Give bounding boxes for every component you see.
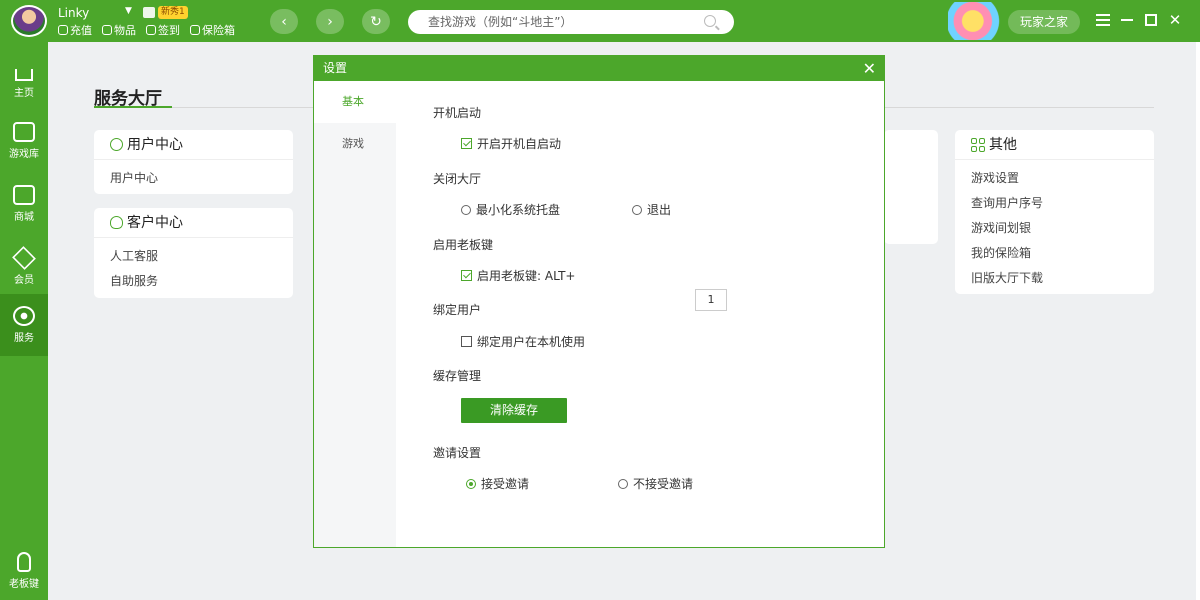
username[interactable]: Linky — [58, 6, 89, 20]
clear-cache-button[interactable]: 清除缓存 — [461, 398, 567, 423]
sidebar-item-member[interactable]: 会员 — [0, 236, 48, 296]
safe-link[interactable]: 保险箱 — [190, 22, 235, 38]
user-center-card: 用户中心 用户中心 — [94, 130, 293, 194]
user-dropdown-icon[interactable]: ▼ — [125, 6, 132, 16]
accept-invite-radio[interactable]: 接受邀请 — [466, 475, 529, 492]
sidebar-item-store[interactable]: 商城 — [0, 173, 48, 233]
tab-game[interactable]: 游戏 — [314, 123, 396, 165]
home-icon — [15, 69, 33, 81]
back-button[interactable]: ‹ — [270, 9, 298, 34]
chevron-right-icon: › — [327, 13, 333, 30]
maximize-icon[interactable] — [1142, 11, 1160, 29]
invite-heading: 邀请设置 — [433, 446, 482, 460]
checkin-icon — [146, 25, 156, 35]
settings-dialog: 设置 ✕ 基本 游戏 开机启动 开启开机自启动 关闭大厅 最小化系统托盘 退出 … — [313, 55, 885, 548]
radio-icon — [461, 204, 471, 215]
recharge-link[interactable]: 充值 — [58, 22, 92, 38]
smile-icon — [110, 138, 123, 151]
scroll-edge — [1196, 42, 1200, 600]
minimize-tray-radio[interactable]: 最小化系统托盘 — [461, 201, 560, 218]
sidebar-item-service[interactable]: 服务 — [0, 294, 48, 356]
user-center-link[interactable]: 用户中心 — [110, 166, 277, 191]
cache-heading: 缓存管理 — [433, 369, 482, 383]
query-user-id-link[interactable]: 查询用户序号 — [971, 191, 1138, 216]
legacy-download-link[interactable]: 旧版大厅下载 — [971, 266, 1138, 291]
sidebar-item-game-library[interactable]: 游戏库 — [0, 110, 48, 170]
bosskey-input[interactable]: 1 — [695, 289, 727, 311]
safe-icon — [190, 25, 200, 35]
avatar[interactable] — [11, 5, 47, 37]
sidebar-item-boss-key[interactable]: 老板键 — [0, 540, 48, 600]
checkbox-checked-icon — [461, 270, 472, 281]
title-bar: Linky ▼ 新秀1 充值 物品 签到 保险箱 ‹ › ↻ 查找游戏（例如“斗… — [0, 0, 1200, 42]
radio-icon — [632, 204, 642, 215]
headset-icon — [110, 216, 123, 229]
refresh-icon: ↻ — [370, 13, 382, 30]
checkbox-checked-icon — [461, 138, 472, 149]
menu-icon[interactable] — [1094, 11, 1112, 29]
startup-heading: 开机启动 — [433, 106, 482, 120]
exit-radio[interactable]: 退出 — [632, 201, 671, 218]
player-home-button[interactable]: 玩家之家 — [1008, 10, 1080, 34]
eye-icon — [13, 306, 35, 326]
grid-icon — [971, 137, 985, 152]
reject-invite-radio[interactable]: 不接受邀请 — [618, 475, 693, 492]
manual-service-link[interactable]: 人工客服 — [110, 244, 277, 269]
forward-button[interactable]: › — [316, 9, 344, 34]
recharge-icon — [58, 25, 68, 35]
bosskey-heading: 启用老板键 — [433, 238, 494, 252]
self-service-link[interactable]: 自助服务 — [110, 269, 277, 294]
search-icon[interactable] — [704, 15, 716, 27]
gift-box-icon[interactable] — [948, 2, 1010, 40]
chevron-left-icon: ‹ — [281, 13, 287, 30]
mail-icon — [13, 185, 35, 205]
user-links: 充值 物品 签到 保险箱 — [58, 22, 235, 38]
checkin-link[interactable]: 签到 — [146, 22, 180, 38]
hidden-card-fragment — [884, 130, 938, 244]
level-badge: 新秀1 — [158, 6, 188, 19]
sidebar-item-home[interactable]: 主页 — [0, 47, 48, 107]
bind-heading: 绑定用户 — [433, 303, 482, 317]
gift-bag-icon[interactable] — [143, 7, 155, 18]
minimize-icon[interactable] — [1118, 11, 1136, 29]
checkbox-icon — [461, 336, 472, 347]
my-safe-link[interactable]: 我的保险箱 — [971, 241, 1138, 266]
card-header: 客户中心 — [94, 208, 293, 238]
radio-icon — [618, 478, 628, 489]
diamond-icon — [12, 246, 36, 270]
dialog-title: 设置 — [323, 61, 348, 75]
close-heading: 关闭大厅 — [433, 172, 482, 186]
other-card: 其他 游戏设置 查询用户序号 游戏间划银 我的保险箱 旧版大厅下载 — [955, 130, 1154, 294]
hand-icon — [17, 552, 31, 572]
gamepad-icon — [13, 122, 35, 142]
bind-checkbox[interactable]: 绑定用户在本机使用 — [461, 333, 585, 350]
items-link[interactable]: 物品 — [102, 22, 136, 38]
close-icon[interactable]: ✕ — [1166, 11, 1184, 29]
bosskey-checkbox[interactable]: 启用老板键: ALT+ — [461, 267, 576, 284]
game-settings-link[interactable]: 游戏设置 — [971, 166, 1138, 191]
sidebar: 主页 游戏库 商城 会员 服务 老板键 — [0, 42, 48, 600]
card-header: 其他 — [955, 130, 1154, 160]
dialog-tabs: 基本 游戏 — [314, 81, 396, 547]
card-header: 用户中心 — [94, 130, 293, 160]
dialog-header: 设置 ✕ — [314, 56, 884, 81]
customer-center-card: 客户中心 人工客服 自助服务 — [94, 208, 293, 298]
lock-icon — [102, 25, 112, 35]
close-icon[interactable]: ✕ — [863, 56, 876, 81]
search-input[interactable]: 查找游戏（例如“斗地主”） — [408, 10, 734, 34]
refresh-button[interactable]: ↻ — [362, 9, 390, 34]
transfer-silver-link[interactable]: 游戏间划银 — [971, 216, 1138, 241]
dialog-body: 开机启动 开启开机自启动 关闭大厅 最小化系统托盘 退出 启用老板键 启用老板键… — [396, 81, 884, 547]
tab-basic[interactable]: 基本 — [314, 81, 396, 123]
startup-checkbox[interactable]: 开启开机自启动 — [461, 135, 561, 152]
radio-selected-icon — [466, 478, 476, 489]
